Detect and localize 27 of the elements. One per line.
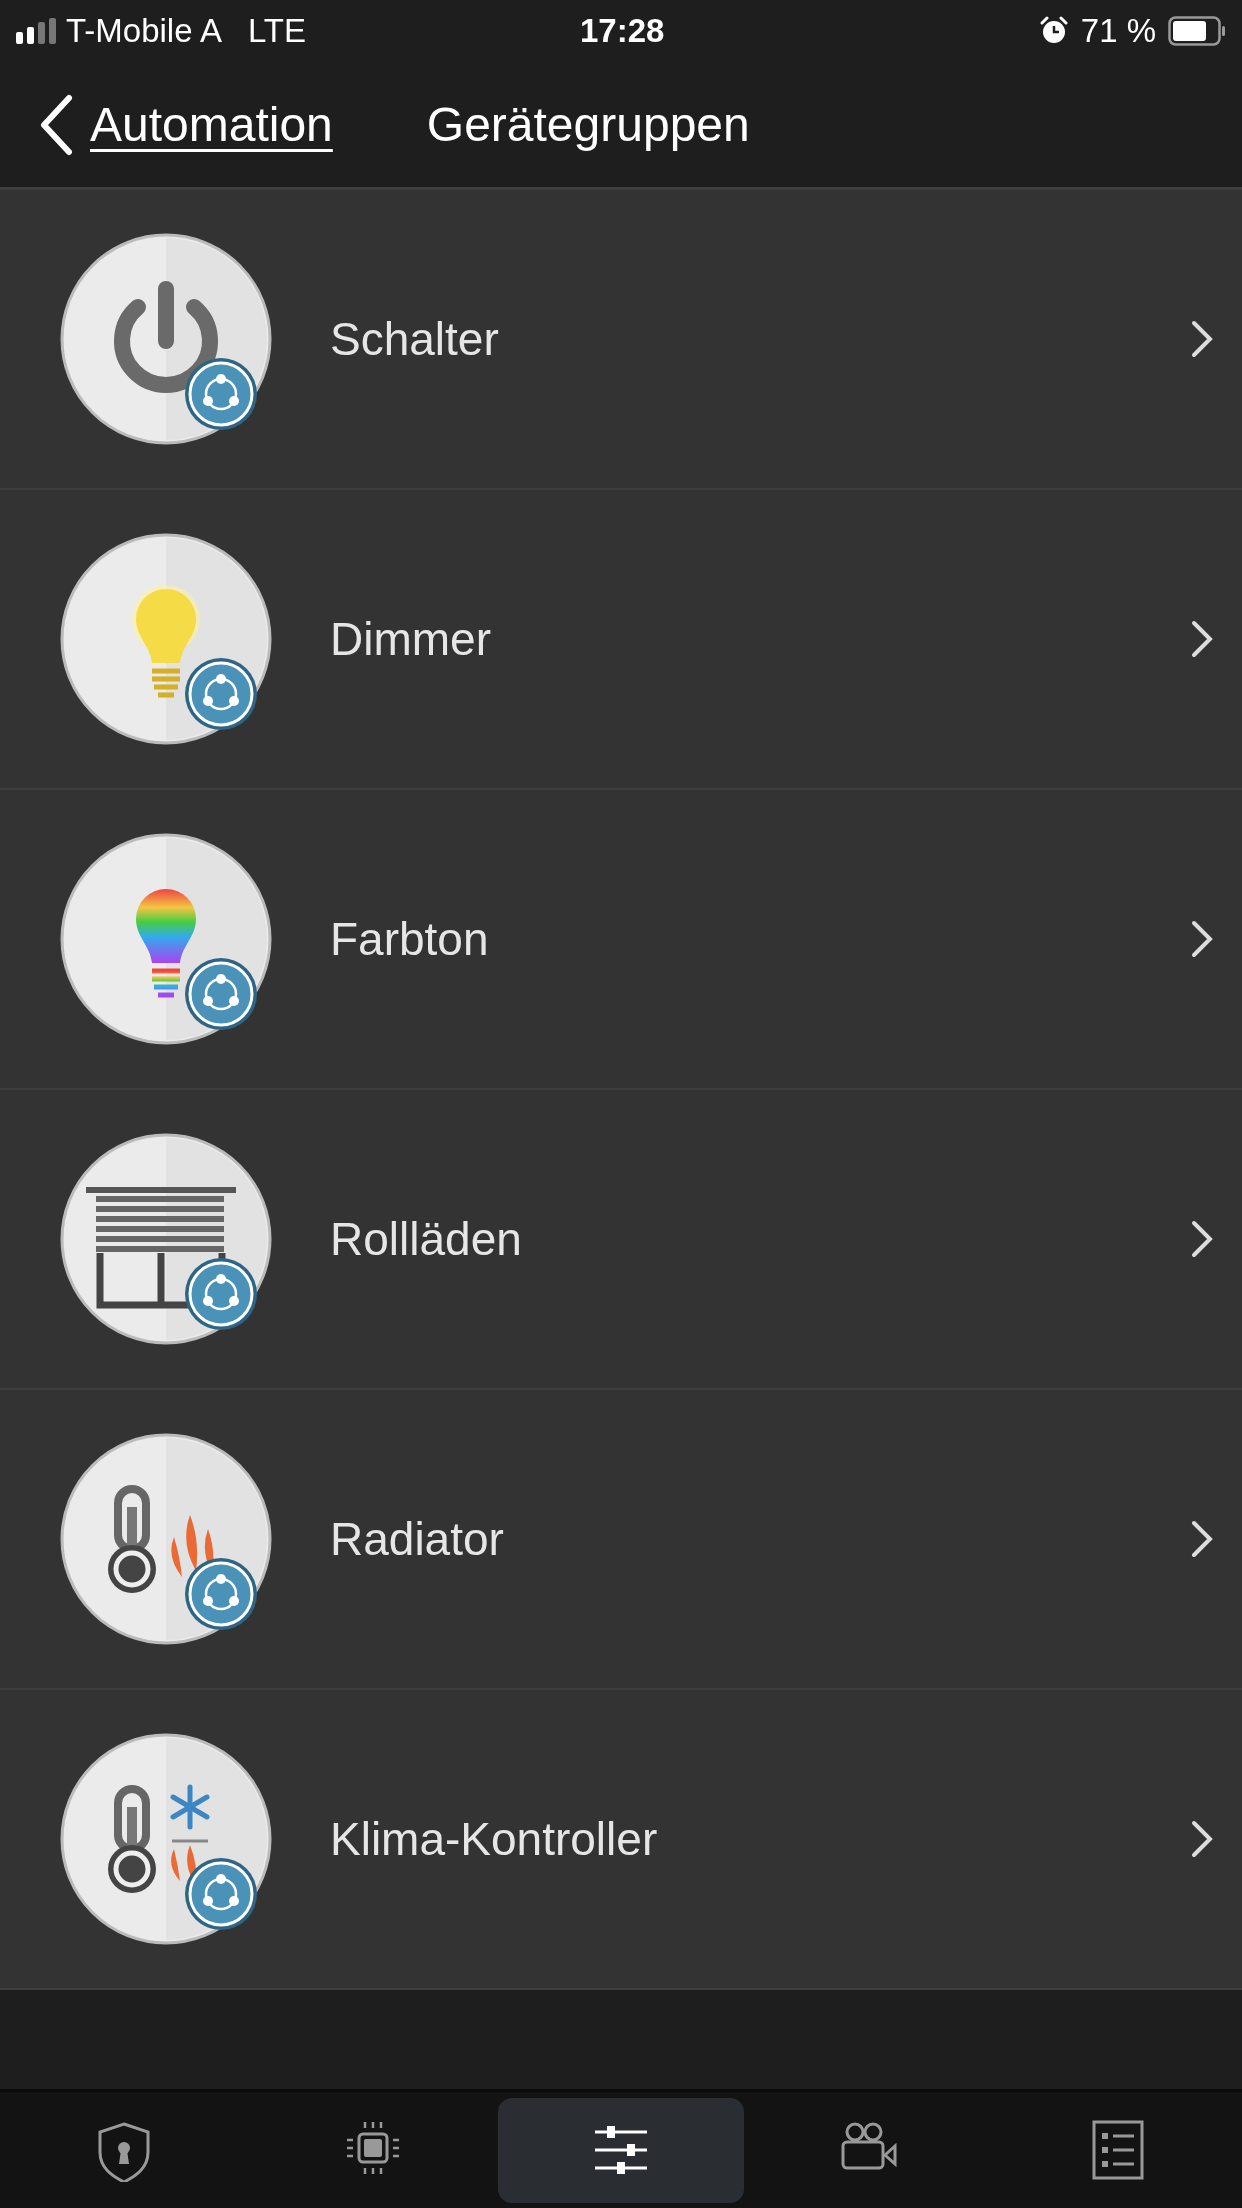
- item-label: Rollläden: [330, 1211, 522, 1267]
- chevron-right-icon: [1190, 919, 1214, 959]
- carrier-name: T-Mobile A: [66, 11, 222, 52]
- device-group-item[interactable]: Radiator: [0, 1390, 1242, 1690]
- chevron-right-icon: [1190, 619, 1214, 659]
- tab-button[interactable]: [497, 2097, 745, 2203]
- item-label: Schalter: [330, 311, 499, 367]
- clock-time: 17:28: [580, 11, 665, 52]
- network-type: LTE: [247, 11, 306, 52]
- screen-title: Gerätegruppen: [426, 96, 750, 153]
- alarm-clock-icon: [1038, 16, 1069, 46]
- device-group-item[interactable]: Farbton: [0, 790, 1242, 1090]
- battery-percentage: 71 %: [1080, 11, 1156, 52]
- device-group-item[interactable]: Klima-Kontroller: [0, 1690, 1242, 1990]
- device-group-item[interactable]: Schalter: [0, 190, 1242, 490]
- chevron-right-icon: [1190, 1219, 1214, 1259]
- device-group-item[interactable]: Dimmer: [0, 490, 1242, 790]
- chevron-right-icon: [1190, 1519, 1214, 1559]
- item-label: Radiator: [330, 1511, 504, 1567]
- item-label: Klima-Kontroller: [330, 1811, 658, 1867]
- device-group-item[interactable]: Rollläden: [0, 1090, 1242, 1390]
- chevron-right-icon: [1190, 1819, 1214, 1859]
- battery-icon: [1168, 16, 1226, 46]
- item-label: Dimmer: [330, 611, 491, 667]
- item-label: Farbton: [330, 911, 489, 967]
- chevron-right-icon: [1190, 319, 1214, 359]
- back-link[interactable]: Automation: [36, 88, 333, 161]
